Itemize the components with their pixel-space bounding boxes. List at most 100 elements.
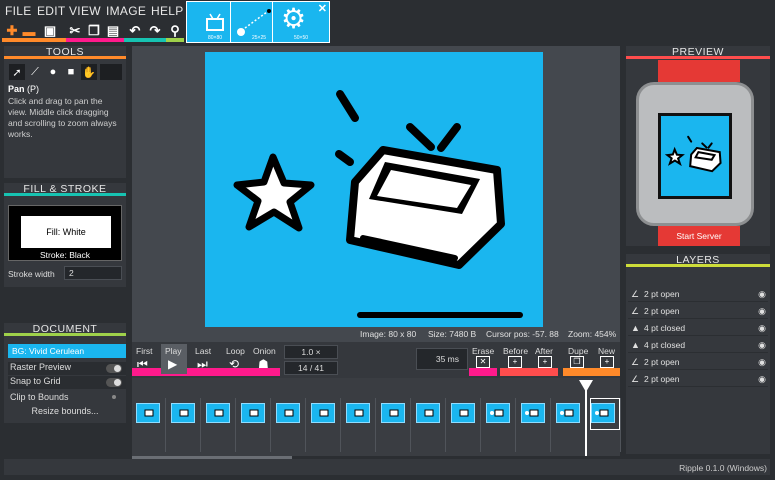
- visibility-eye-icon[interactable]: ◉: [758, 286, 766, 302]
- frame-separator: [235, 398, 236, 452]
- menu-image[interactable]: IMAGE: [106, 4, 146, 18]
- layer-row[interactable]: ∠ 2 pt open ◉: [628, 354, 768, 370]
- onion-icon[interactable]: ☗: [258, 357, 269, 371]
- stroke-width-input[interactable]: 2: [64, 266, 122, 280]
- loop-icon[interactable]: ⟲: [229, 357, 239, 371]
- paste-icon[interactable]: ▤: [104, 22, 122, 40]
- layer-row[interactable]: ∠ 2 pt open ◉: [628, 286, 768, 302]
- tools-panel: TOOLS ➚ ⟋ ● ■ ✋ Pan (P) Click and drag t…: [4, 46, 126, 178]
- menu-view[interactable]: VIEW: [69, 4, 101, 18]
- open-icon[interactable]: ▬: [20, 22, 38, 40]
- circle-tool-icon[interactable]: ●: [45, 64, 61, 80]
- layer-name: 2 pt open: [644, 306, 680, 316]
- frame-separator: [165, 398, 166, 452]
- frame-separator: [550, 398, 551, 452]
- layer-name: 2 pt open: [644, 289, 680, 299]
- before-icon[interactable]: +: [508, 356, 522, 368]
- close-tab-icon[interactable]: ✕: [318, 2, 327, 15]
- frame-thumbnail[interactable]: [451, 403, 475, 423]
- layer-name: 2 pt open: [644, 374, 680, 384]
- speed-input[interactable]: 1.0 ×: [284, 345, 338, 359]
- play-icon[interactable]: ▶: [168, 357, 177, 371]
- bg-color-button[interactable]: BG: Vivid Cerulean: [8, 344, 126, 358]
- dupe-icon[interactable]: ❐: [570, 356, 584, 368]
- visibility-eye-icon[interactable]: ◉: [758, 320, 766, 336]
- frame-ops-bar: [563, 368, 620, 376]
- frame-duration-input[interactable]: 35 ms: [416, 348, 468, 370]
- dotted-line-thumbnail-icon: [237, 9, 271, 36]
- fill-stroke-preview[interactable]: Fill: White Stroke: Black: [8, 205, 122, 261]
- gear-thumbnail-icon: ⚙: [281, 3, 307, 34]
- layer-name: 2 pt open: [644, 357, 680, 367]
- status-bar-inner: [4, 459, 770, 475]
- zoom-icon[interactable]: ⚲: [166, 22, 184, 40]
- document-tab-3[interactable]: ⚙ ✕ 50×50: [272, 1, 330, 43]
- menu-edit[interactable]: EDIT: [37, 4, 66, 18]
- line-tool-icon[interactable]: ⟋: [27, 64, 43, 80]
- layer-row[interactable]: ∠ 2 pt open ◉: [628, 303, 768, 319]
- first-frame-icon[interactable]: ⏮: [137, 357, 148, 372]
- after-icon[interactable]: +: [538, 356, 552, 368]
- frame-thumbnail[interactable]: [556, 403, 580, 423]
- frame-thumbnail[interactable]: [486, 403, 510, 423]
- watch-body: [636, 82, 754, 226]
- visibility-eye-icon[interactable]: ◉: [758, 354, 766, 370]
- frame-thumbnail[interactable]: [241, 403, 265, 423]
- copy-icon[interactable]: ❐: [85, 22, 103, 40]
- clip-to-bounds-label: Clip to Bounds: [10, 392, 69, 402]
- frame-thumbnail[interactable]: [206, 403, 230, 423]
- version-label: Ripple 0.1.0 (Windows): [679, 463, 767, 473]
- frame-separator: [375, 398, 376, 452]
- layer-row[interactable]: ▲ 4 pt closed ◉: [628, 337, 768, 353]
- frame-separator: [270, 398, 271, 452]
- preview-title: PREVIEW: [626, 46, 770, 59]
- visibility-eye-icon[interactable]: ◉: [758, 303, 766, 319]
- frame-position-input[interactable]: 14 / 41: [284, 361, 338, 375]
- artboard[interactable]: [205, 52, 543, 327]
- tab-caption: 50×50: [293, 35, 309, 41]
- frame-thumbnail[interactable]: [381, 403, 405, 423]
- layers-title: LAYERS: [626, 254, 770, 267]
- start-server-button[interactable]: Start Server: [658, 226, 740, 246]
- toggle-switch[interactable]: [106, 364, 122, 373]
- clip-to-bounds-toggle[interactable]: Clip to Bounds: [8, 392, 126, 405]
- cut-icon[interactable]: ✂: [66, 22, 84, 40]
- erase-icon[interactable]: ✕: [476, 356, 490, 368]
- play-label: Play: [165, 346, 182, 356]
- frame-thumbnail[interactable]: [171, 403, 195, 423]
- frame-thumbnail[interactable]: [416, 403, 440, 423]
- frame-separator: [515, 398, 516, 452]
- raster-preview-label: Raster Preview: [10, 362, 72, 372]
- open-path-icon: ∠: [631, 306, 640, 316]
- toggle-switch[interactable]: [106, 378, 122, 387]
- frame-thumbnail[interactable]: [346, 403, 370, 423]
- snap-to-grid-toggle[interactable]: Snap to Grid: [8, 376, 126, 389]
- open-path-icon: ∠: [631, 374, 640, 384]
- fill-stroke-title: FILL & STROKE: [4, 183, 126, 196]
- raster-preview-toggle[interactable]: Raster Preview: [8, 362, 126, 375]
- frame-thumbnail[interactable]: [521, 403, 545, 423]
- undo-icon[interactable]: ↶: [126, 22, 144, 40]
- visibility-eye-icon[interactable]: ◉: [758, 371, 766, 387]
- frame-thumbnail[interactable]: [311, 403, 335, 423]
- select-tool-icon[interactable]: ➚: [9, 64, 25, 80]
- save-icon[interactable]: ▣: [41, 22, 59, 40]
- last-frame-icon[interactable]: ⏭: [197, 357, 208, 372]
- current-frame-outline: [590, 398, 620, 430]
- new-icon[interactable]: ✚: [3, 22, 21, 40]
- erase-label: Erase: [472, 346, 495, 356]
- layer-row[interactable]: ∠ 2 pt open ◉: [628, 371, 768, 387]
- frame-thumbnail[interactable]: [136, 403, 160, 423]
- resize-bounds-button[interactable]: Resize bounds...: [4, 406, 126, 416]
- menu-file[interactable]: FILE: [5, 4, 32, 18]
- new-frame-icon[interactable]: +: [600, 356, 614, 368]
- frame-separator: [445, 398, 446, 452]
- layer-name: 4 pt closed: [644, 323, 686, 333]
- frame-thumbnail[interactable]: [276, 403, 300, 423]
- layer-row[interactable]: ▲ 4 pt closed ◉: [628, 320, 768, 336]
- visibility-eye-icon[interactable]: ◉: [758, 337, 766, 353]
- redo-icon[interactable]: ↷: [146, 22, 164, 40]
- menu-help[interactable]: HELP: [151, 4, 184, 18]
- pan-tool-icon[interactable]: ✋: [81, 64, 97, 80]
- rect-tool-icon[interactable]: ■: [63, 64, 79, 80]
